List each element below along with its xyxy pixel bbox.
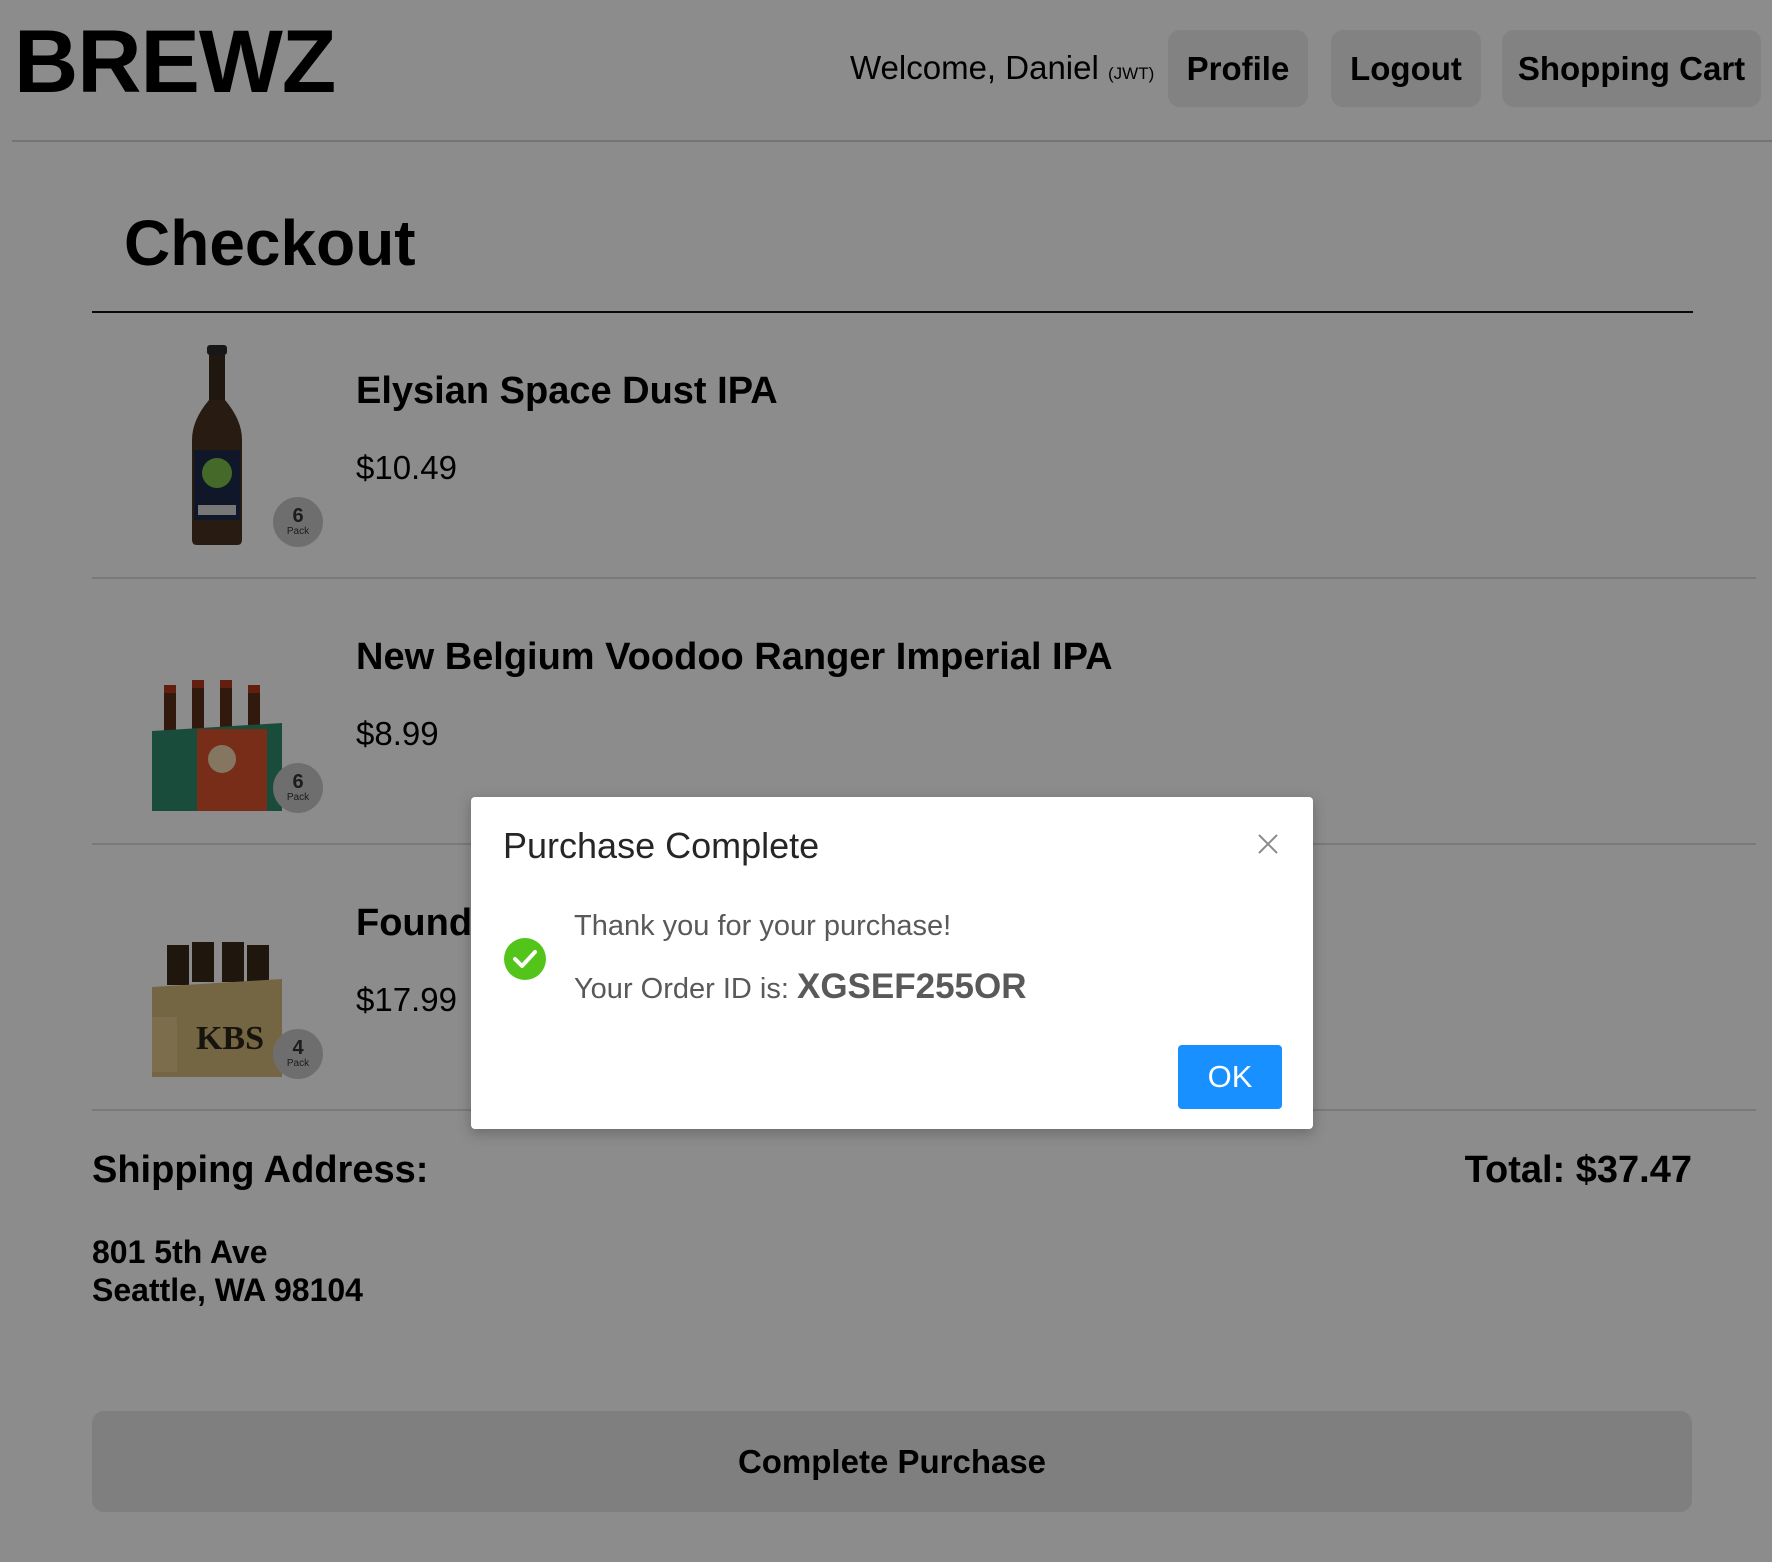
dialog-title: Purchase Complete — [503, 825, 820, 866]
ok-button[interactable]: OK — [1178, 1045, 1282, 1109]
order-id-label: Your Order ID is: — [574, 973, 789, 1005]
purchase-complete-dialog: Purchase Complete Thank you for your pur… — [471, 797, 1313, 1129]
close-icon[interactable] — [1251, 827, 1285, 861]
order-id-line: Your Order ID is: XGSEF255OR — [574, 965, 1027, 1011]
dialog-message: Thank you for your purchase! — [574, 910, 952, 942]
modal-backdrop[interactable] — [0, 0, 1772, 1562]
check-circle-icon — [504, 938, 546, 980]
order-id-value: XGSEF255OR — [796, 967, 1027, 1006]
